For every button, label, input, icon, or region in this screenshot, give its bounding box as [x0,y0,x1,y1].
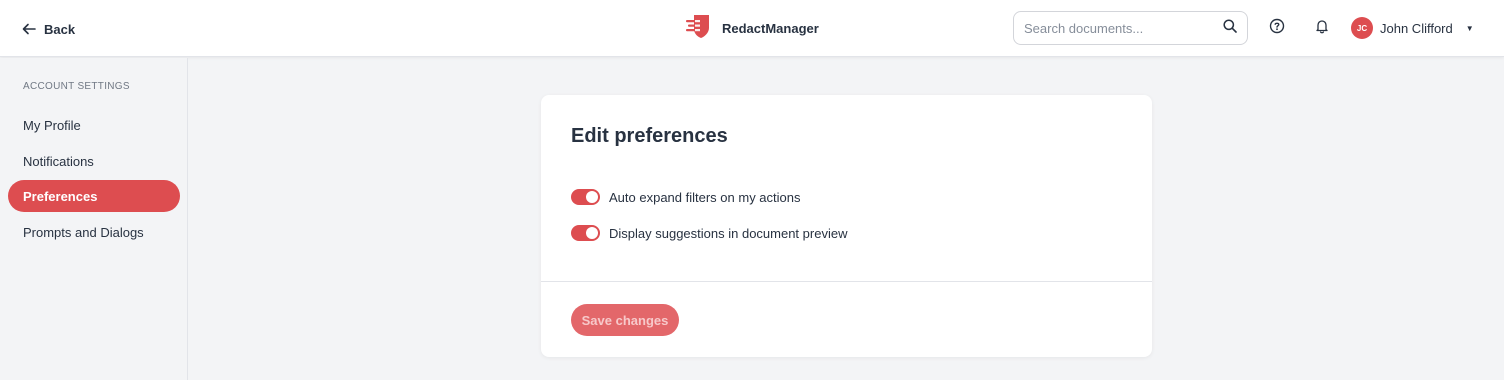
search-icon[interactable] [1223,18,1237,38]
sidebar-item-prompts-and-dialogs[interactable]: Prompts and Dialogs [8,216,180,248]
card-divider [541,281,1152,282]
user-menu[interactable]: JC John Clifford ▼ [1351,17,1474,39]
avatar: JC [1351,17,1373,39]
save-changes-button[interactable]: Save changes [571,304,679,336]
notifications-button[interactable] [1312,18,1332,38]
sidebar-item-my-profile[interactable]: My Profile [8,109,180,141]
arrow-left-icon [22,23,36,35]
caret-down-icon: ▼ [1465,23,1474,33]
sidebar-item-label: My Profile [23,117,81,133]
bell-icon [1314,18,1330,39]
sidebar-item-preferences[interactable]: Preferences [8,180,180,212]
sidebar-heading: ACCOUNT SETTINGS [23,81,130,92]
toggle-knob [586,227,598,239]
preference-label: Display suggestions in document preview [609,225,848,241]
account-settings-sidebar: ACCOUNT SETTINGS My Profile Notification… [0,58,188,380]
preference-label: Auto expand filters on my actions [609,189,801,205]
preferences-card: Edit preferences Auto expand filters on … [541,95,1152,357]
logo-icon [684,12,712,45]
preference-row: Auto expand filters on my actions [571,189,801,205]
preference-row: Display suggestions in document preview [571,225,847,241]
sidebar-item-label: Preferences [23,188,98,204]
search-input[interactable] [1024,20,1223,36]
help-button[interactable] [1267,18,1287,38]
sidebar-item-notifications[interactable]: Notifications [8,145,180,177]
user-name: John Clifford [1380,20,1453,36]
page-title: Edit preferences [571,125,728,147]
auto-expand-filters-toggle[interactable] [571,189,600,205]
brand-name: RedactManager [722,20,819,36]
toggle-knob [586,191,598,203]
brand: RedactManager [684,13,819,43]
sidebar-item-label: Prompts and Dialogs [23,224,144,240]
question-circle-icon [1269,18,1285,39]
back-button[interactable]: Back [22,19,75,39]
sidebar-item-label: Notifications [23,153,94,169]
top-bar: Back RedactManager Search documents... J… [0,0,1504,57]
back-label: Back [44,21,76,37]
display-suggestions-toggle[interactable] [571,225,600,241]
search-box [1013,11,1248,45]
